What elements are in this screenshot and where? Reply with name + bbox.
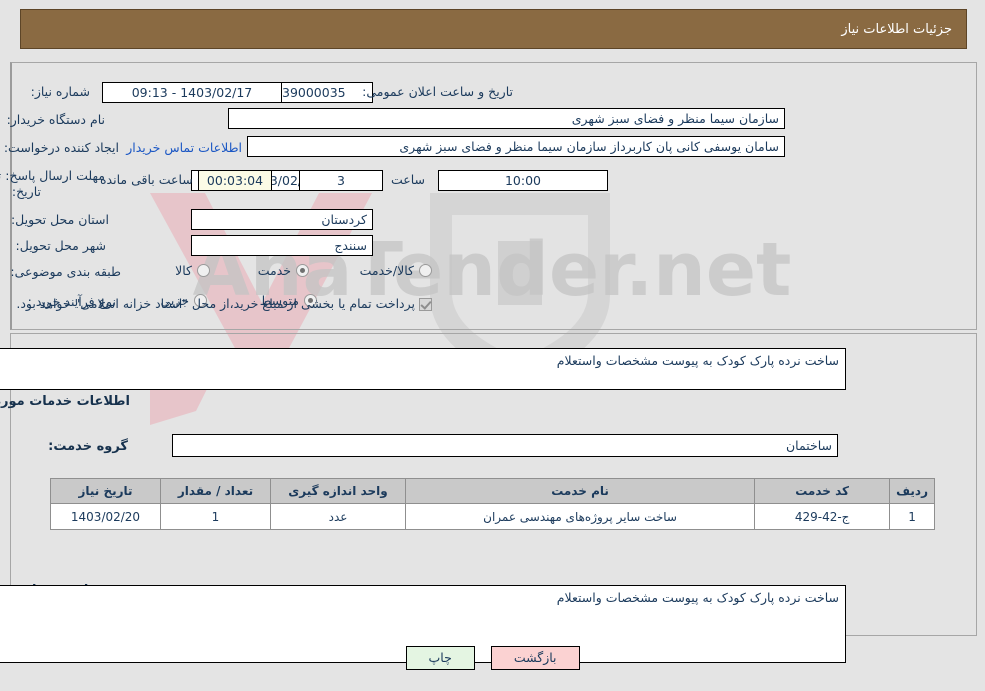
countdown-timer-value: 00:03:04 xyxy=(198,170,272,191)
general-description-textarea[interactable]: ساخت نرده پارک کودک به پیوست مشخصات واست… xyxy=(0,348,846,390)
remaining-days-value: 3 xyxy=(299,170,383,191)
radio-service[interactable] xyxy=(296,264,309,277)
request-creator-value: سامان یوسفی کانی پان کاربرداز سازمان سیم… xyxy=(247,136,785,157)
table-row[interactable]: 1 ج-42-429 ساخت سایر پروژه‌های مهندسی عم… xyxy=(50,503,935,530)
buyer-notes-value: ساخت نرده پارک کودک به پیوست مشخصات واست… xyxy=(556,590,839,605)
col-name: نام خدمت xyxy=(404,478,756,504)
delivery-city-label: شهر محل تحویل: xyxy=(15,238,106,253)
col-date: تاریخ نیاز xyxy=(50,478,161,504)
page-root: AnaTender.net جزئیات اطلاعات نیاز شماره … xyxy=(0,0,985,691)
need-number-label: شماره نیاز: xyxy=(30,84,90,99)
treasury-note-text: پرداخت تمام یا بخشی از مبلغ خرید،از محل … xyxy=(16,296,415,311)
checkbox-treasury[interactable] xyxy=(419,298,432,311)
cell-date: 1403/02/20 xyxy=(50,503,161,530)
buyer-org-value: سازمان سیما منظر و فضای سبز شهری xyxy=(228,108,785,129)
request-creator-label: ایجاد کننده درخواست: xyxy=(3,140,119,155)
deadline-label-line1: مهلت ارسال پاسخ: تا xyxy=(0,168,105,183)
print-button[interactable]: چاپ xyxy=(405,646,475,670)
announcement-value: 1403/02/17 - 09:13 xyxy=(102,82,282,103)
col-unit: واحد اندازه گیری xyxy=(270,478,406,504)
cell-unit: عدد xyxy=(270,503,406,530)
delivery-province-value: کردستان xyxy=(191,209,373,230)
cell-code: ج-42-429 xyxy=(754,503,891,530)
category-option-service[interactable]: خدمت xyxy=(258,263,309,278)
radio-goods-service[interactable] xyxy=(419,264,432,277)
col-qty: تعداد / مقدار xyxy=(160,478,271,504)
service-group-label: گروه خدمت: xyxy=(48,439,128,454)
table-header-row: ردیف کد خدمت نام خدمت واحد اندازه گیری ت… xyxy=(50,478,935,504)
general-description-value: ساخت نرده پارک کودک به پیوست مشخصات واست… xyxy=(556,353,839,368)
col-code: کد خدمت xyxy=(754,478,891,504)
page-title: جزئیات اطلاعات نیاز xyxy=(841,21,952,37)
service-group-value: ساختمان xyxy=(172,434,838,457)
category-label: طبقه بندی موضوعی: xyxy=(10,264,121,279)
deadline-label-line2: تاریخ: xyxy=(11,184,41,199)
cell-row: 1 xyxy=(889,503,935,530)
services-table-wrapper: ردیف کد خدمت نام خدمت واحد اندازه گیری ت… xyxy=(50,478,935,530)
category-option-goods[interactable]: کالا xyxy=(175,263,210,278)
cell-qty: 1 xyxy=(160,503,271,530)
buyer-org-label: نام دستگاه خریدار: xyxy=(6,112,105,127)
countdown-timer-label: ساعت باقی مانده xyxy=(100,172,193,187)
cell-name: ساخت سایر پروژه‌های مهندسی عمران xyxy=(404,503,756,530)
radio-goods[interactable] xyxy=(197,264,210,277)
delivery-province-label: استان محل تحویل: xyxy=(10,212,109,227)
category-option-goods-service[interactable]: کالا/خدمت xyxy=(360,263,432,278)
deadline-hour-label: ساعت xyxy=(390,172,425,187)
treasury-checkbox[interactable] xyxy=(419,294,432,313)
deadline-hour-value: 10:00 xyxy=(438,170,608,191)
buyer-contact-link[interactable]: اطلاعات تماس خریدار xyxy=(126,140,242,155)
col-row: ردیف xyxy=(889,478,935,504)
announcement-label: تاریخ و ساعت اعلان عمومی: xyxy=(362,84,513,99)
services-table: ردیف کد خدمت نام خدمت واحد اندازه گیری ت… xyxy=(50,478,935,530)
delivery-city-value: سنندج xyxy=(191,235,373,256)
back-button[interactable]: بازگشت xyxy=(490,646,580,670)
services-section-title: اطلاعات خدمات مورد نیاز xyxy=(0,394,130,409)
footer-button-row: بازگشت چاپ xyxy=(0,646,985,670)
window-title-bar: جزئیات اطلاعات نیاز xyxy=(20,9,967,49)
